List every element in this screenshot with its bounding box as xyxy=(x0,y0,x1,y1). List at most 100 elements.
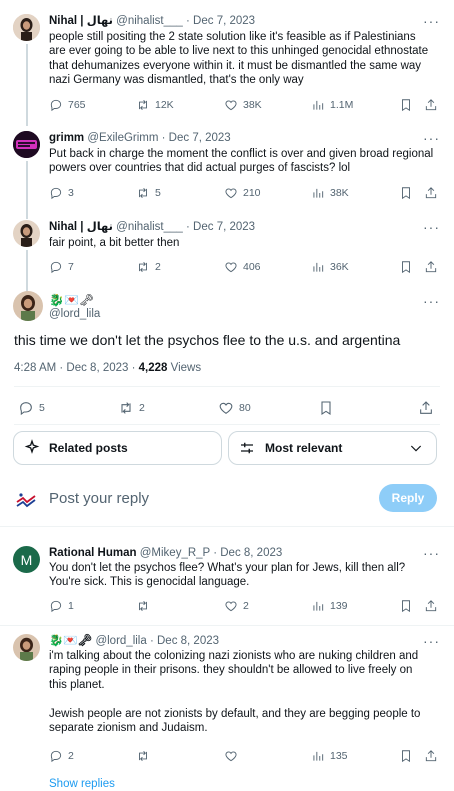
reply-lord-lila[interactable]: 🐉💌🗝 @lord_lila · Dec 8, 2023 ··· i'm tal… xyxy=(0,625,454,791)
avatar-photo-icon xyxy=(13,634,40,661)
avatar[interactable] xyxy=(13,131,40,158)
share-button[interactable] xyxy=(424,98,438,112)
view-count: 139 xyxy=(330,600,348,612)
like-button[interactable]: 2 xyxy=(224,599,249,613)
like-button[interactable]: 38K xyxy=(224,98,262,112)
reply-button[interactable]: 5 xyxy=(18,400,45,416)
author-name[interactable]: grimm xyxy=(49,132,84,144)
retweet-button[interactable]: 5 xyxy=(136,186,161,200)
retweet-icon xyxy=(139,262,147,272)
avatar[interactable] xyxy=(13,14,40,41)
tweet-date[interactable]: · Dec 8, 2023 xyxy=(150,635,219,647)
bookmark-button[interactable] xyxy=(399,260,413,274)
main-author-handle[interactable]: @lord_lila xyxy=(49,308,100,320)
like-button[interactable] xyxy=(224,749,243,763)
bookmark-icon xyxy=(402,600,410,613)
bookmark-button[interactable] xyxy=(318,400,334,416)
like-button[interactable]: 210 xyxy=(224,186,261,200)
bookmark-button[interactable] xyxy=(399,186,413,200)
reply-submit-button[interactable]: Reply xyxy=(379,484,437,512)
views-button[interactable]: 135 xyxy=(311,749,348,763)
tweet-nihal-2[interactable]: Nihal | نهال @nihalist___ · Dec 7, 2023 … xyxy=(0,212,454,296)
avatar[interactable]: M xyxy=(13,546,40,573)
timestamp-text[interactable]: 4:28 AM · Dec 8, 2023 · xyxy=(14,362,139,374)
author-handle[interactable]: @Mikey_R_P xyxy=(140,547,210,559)
author-name[interactable]: Rational Human xyxy=(49,547,137,559)
retweet-button[interactable] xyxy=(136,749,155,763)
author-name[interactable]: 🐉💌🗝 xyxy=(49,635,92,647)
author-handle[interactable]: @lord_lila xyxy=(95,635,146,647)
more-options-icon[interactable]: ··· xyxy=(423,220,440,234)
author-name[interactable]: Nihal | نهال xyxy=(49,221,113,233)
tweet-line: You don't let the psychos flee? What's y… xyxy=(49,562,406,574)
author-handle[interactable]: @ExileGrimm xyxy=(87,132,158,144)
tweet-date[interactable]: · Dec 8, 2023 xyxy=(213,547,282,559)
bookmark-button[interactable] xyxy=(399,749,413,763)
more-options-icon[interactable]: ··· xyxy=(423,14,440,28)
tweet-grimm[interactable]: grimm @ExileGrimm · Dec 7, 2023 ··· Put … xyxy=(0,122,454,219)
sort-dropdown[interactable]: Most relevant xyxy=(228,431,437,465)
share-button[interactable] xyxy=(424,599,438,613)
reply-button[interactable]: 3 xyxy=(49,186,74,200)
views-button[interactable]: 1.1M xyxy=(311,98,353,112)
tweet-line: i'm talking about the colonizing nazi zi… xyxy=(49,650,419,662)
reply-button[interactable]: 7 xyxy=(49,260,74,274)
share-icon xyxy=(425,261,437,273)
share-button[interactable] xyxy=(424,186,438,200)
like-count: 38K xyxy=(243,99,262,111)
avatar-photo-icon xyxy=(13,220,40,247)
views-button[interactable]: 139 xyxy=(311,599,348,613)
reply-icon xyxy=(50,187,62,200)
reply-input[interactable]: Post your reply xyxy=(49,490,149,507)
author-handle[interactable]: @nihalist___ xyxy=(116,221,183,233)
retweet-icon xyxy=(139,601,147,611)
reply-button[interactable]: 765 xyxy=(49,98,86,112)
bookmark-button[interactable] xyxy=(399,599,413,613)
tweet-date[interactable]: · Dec 7, 2023 xyxy=(186,15,255,27)
retweet-button[interactable]: 12K xyxy=(136,98,174,112)
like-button[interactable]: 406 xyxy=(224,260,261,274)
author-name[interactable]: Nihal | نهال xyxy=(49,15,113,27)
more-options-icon[interactable]: ··· xyxy=(423,131,440,145)
like-count: 2 xyxy=(243,600,249,612)
tweet-text: i'm talking about the colonizing nazi zi… xyxy=(49,649,444,735)
share-icon xyxy=(420,401,432,414)
main-tweet-timestamp: 4:28 AM · Dec 8, 2023 · 4,228 Views xyxy=(14,362,201,374)
share-button[interactable] xyxy=(418,400,434,416)
share-button[interactable] xyxy=(424,749,438,763)
thread-line xyxy=(26,161,28,219)
reply-button[interactable]: 2 xyxy=(49,749,74,763)
show-replies-link[interactable]: Show replies xyxy=(49,778,115,790)
share-icon xyxy=(425,187,437,199)
tweet-nihal-1[interactable]: Nihal | نهال @nihalist___ · Dec 7, 2023 … xyxy=(0,0,454,126)
related-posts-button[interactable]: Related posts xyxy=(13,431,222,465)
views-label: Views xyxy=(167,362,202,374)
avatar[interactable] xyxy=(13,634,40,661)
my-avatar[interactable] xyxy=(13,488,39,514)
reply-button[interactable]: 1 xyxy=(49,599,74,613)
retweet-button[interactable]: 2 xyxy=(118,400,145,416)
author-handle[interactable]: @nihalist___ xyxy=(116,15,183,27)
views-button[interactable]: 38K xyxy=(311,186,349,200)
tweet-date[interactable]: · Dec 7, 2023 xyxy=(186,221,255,233)
retweet-button[interactable]: 2 xyxy=(136,260,161,274)
share-button[interactable] xyxy=(424,260,438,274)
reply-rational-human[interactable]: M Rational Human @Mikey_R_P · Dec 8, 202… xyxy=(0,537,454,627)
avatar[interactable] xyxy=(13,291,43,321)
tweet-date[interactable]: · Dec 7, 2023 xyxy=(162,132,231,144)
bookmark-button[interactable] xyxy=(399,98,413,112)
like-button[interactable]: 80 xyxy=(218,400,251,416)
bookmark-icon xyxy=(402,750,410,763)
more-options-icon[interactable]: ··· xyxy=(423,546,440,560)
share-icon xyxy=(425,600,437,612)
reply-count: 2 xyxy=(68,750,74,762)
tweet-header: Rational Human @Mikey_R_P · Dec 8, 2023 xyxy=(49,546,282,560)
more-options-icon[interactable]: ··· xyxy=(423,634,440,648)
bookmark-icon xyxy=(321,401,331,415)
main-author-name[interactable]: 🐉💌🗝 xyxy=(49,293,94,307)
views-button[interactable]: 36K xyxy=(311,260,349,274)
analytics-icon xyxy=(313,751,324,761)
more-options-icon[interactable]: ··· xyxy=(423,294,440,308)
avatar[interactable] xyxy=(13,220,40,247)
retweet-button[interactable] xyxy=(136,599,155,613)
